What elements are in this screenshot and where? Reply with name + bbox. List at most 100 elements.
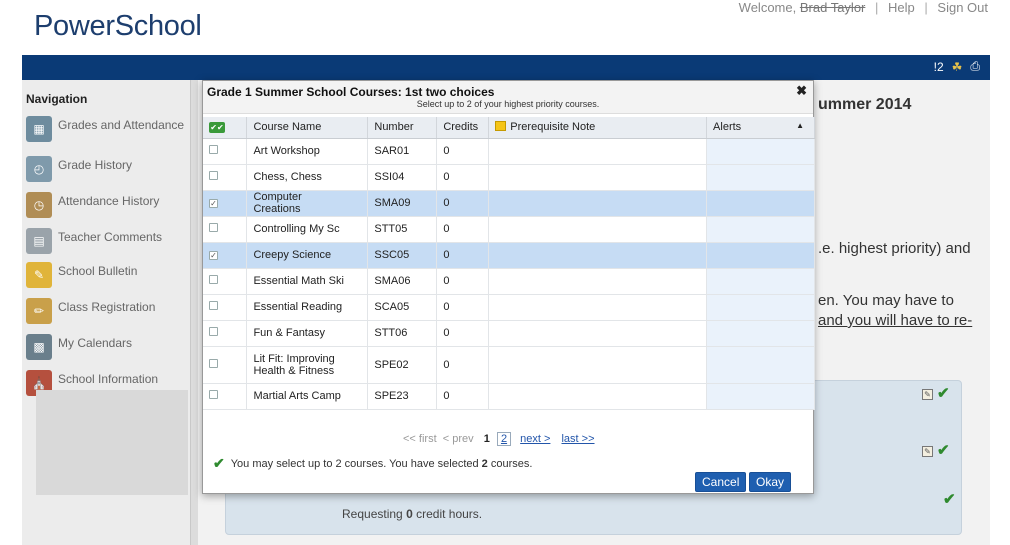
grade-history-icon: ◴ (26, 156, 52, 182)
course-number-cell: SMA06 (367, 268, 438, 295)
row-checkbox[interactable]: ✓ (209, 251, 218, 260)
nav-grades-and-attendance[interactable]: ▦ Grades and Attendance (26, 116, 186, 142)
row-checkbox[interactable]: ✓ (209, 199, 218, 208)
course-name-cell: Computer Creations (246, 190, 369, 217)
course-row[interactable]: Essential Math Ski SMA06 0 (203, 268, 815, 295)
sidebar-collapse-handle[interactable] (190, 80, 198, 545)
select-all-header[interactable]: ✔✔ (203, 117, 248, 139)
help-link[interactable]: Help (888, 0, 915, 15)
course-row[interactable]: Martial Arts Camp SPE23 0 (203, 383, 815, 410)
course-name-cell: Lit Fit: Improving Health & Fitness (246, 346, 369, 384)
check-icon: ✔ (213, 455, 225, 471)
row-checkbox[interactable] (209, 223, 218, 232)
nav-label: School Bulletin (58, 264, 138, 278)
row-checkbox-cell[interactable] (203, 138, 248, 165)
course-row[interactable]: ✓ Computer Creations SMA09 0 (203, 190, 815, 217)
pager-page-1: 1 (483, 433, 490, 445)
alert-count[interactable]: !2 (934, 60, 944, 74)
prerequisite-note-cell (488, 383, 708, 410)
col-prerequisite-note[interactable]: Prerequisite Note (488, 117, 708, 139)
row-checkbox-cell[interactable] (203, 346, 248, 384)
nav-teacher-comments[interactable]: ▤ Teacher Comments (26, 228, 186, 254)
row-checkbox[interactable] (209, 358, 218, 368)
dialog-title: Grade 1 Summer School Courses: 1st two c… (207, 85, 495, 99)
course-row[interactable]: ✓ Creepy Science SSC05 0 (203, 242, 815, 269)
row-checkbox-cell[interactable] (203, 268, 248, 295)
top-links: Welcome, Brad Taylor | Help | Sign Out (739, 0, 988, 15)
course-row[interactable]: Controlling My Sc STT05 0 (203, 216, 815, 243)
nav-label: Teacher Comments (58, 230, 163, 244)
course-row[interactable]: Lit Fit: Improving Health & Fitness SPE02… (203, 346, 815, 384)
course-name-cell: Essential Math Ski (246, 268, 369, 295)
course-row[interactable]: Essential Reading SCA05 0 (203, 294, 815, 321)
pager-last[interactable]: last >> (561, 433, 594, 445)
check-icon: ✔ (943, 491, 956, 508)
col-course-name[interactable]: Course Name (246, 117, 369, 139)
pager-page-2[interactable]: 2 (496, 432, 512, 446)
nav-school-bulletin[interactable]: ✎ School Bulletin (26, 262, 186, 288)
printer-icon[interactable]: ⎙ (970, 59, 980, 74)
close-icon[interactable]: ✖ (796, 83, 807, 99)
course-credits-cell: 0 (436, 346, 490, 384)
course-name-cell: Martial Arts Camp (246, 383, 369, 410)
requesting-credit-hours: Requesting 0 credit hours. (342, 507, 482, 521)
table-header-row: ✔✔ Course Name Number Credits Prerequisi… (203, 117, 815, 139)
grades-icon: ▦ (26, 116, 52, 142)
row-checkbox-cell[interactable]: ✓ (203, 190, 248, 217)
col-number[interactable]: Number (367, 117, 438, 139)
course-number-cell: STT05 (367, 216, 438, 243)
row-checkbox[interactable] (209, 390, 218, 399)
row-checkbox[interactable] (209, 275, 218, 284)
pager-first: << first (403, 433, 437, 445)
row-checkbox-cell[interactable] (203, 164, 248, 191)
col-alerts[interactable]: Alerts ▲ (706, 117, 815, 139)
row-checkbox-cell[interactable] (203, 320, 248, 347)
nav-grade-history[interactable]: ◴ Grade History (26, 156, 186, 182)
col-credits[interactable]: Credits (436, 117, 490, 139)
nav-attendance-history[interactable]: ◷ Attendance History (26, 192, 186, 218)
prerequisite-note-cell (488, 190, 708, 217)
okay-button[interactable]: Okay (749, 472, 792, 492)
course-number-cell: SSC05 (367, 242, 438, 269)
prerequisite-note-cell (488, 268, 708, 295)
row-checkbox[interactable] (209, 327, 218, 336)
nav-label: Attendance History (58, 194, 160, 208)
row-checkbox-cell[interactable]: ✓ (203, 242, 248, 269)
pager-next[interactable]: next > (520, 433, 550, 445)
row-checkbox[interactable] (209, 145, 218, 154)
row-checkbox-cell[interactable] (203, 383, 248, 410)
alerts-cell (706, 216, 815, 243)
course-row[interactable]: Art Workshop SAR01 0 (203, 138, 815, 165)
alerts-cell (706, 294, 815, 321)
course-name-cell: Essential Reading (246, 294, 369, 321)
page-title: ummer 2014 (818, 96, 912, 113)
leaf-icon[interactable]: ☘ (952, 60, 963, 74)
row-checkbox[interactable] (209, 171, 218, 180)
course-row[interactable]: Chess, Chess SSI04 0 (203, 164, 815, 191)
row-checkbox-cell[interactable] (203, 216, 248, 243)
sign-out-link[interactable]: Sign Out (937, 0, 988, 15)
edit-icon[interactable]: ✎ (922, 446, 933, 457)
course-row[interactable]: Fun & Fantasy STT06 0 (203, 320, 815, 347)
top-nav-bar: !2 ☘ ⎙ (22, 55, 990, 80)
nav-my-calendars[interactable]: ▩ My Calendars (26, 334, 186, 360)
row-checkbox[interactable] (209, 301, 218, 310)
separator: | (924, 0, 928, 15)
row-checkbox-cell[interactable] (203, 294, 248, 321)
cancel-button[interactable]: Cancel (695, 472, 747, 492)
status-prefix: You may select up to 2 courses. You have… (230, 457, 479, 470)
select-all-icon[interactable]: ✔✔ (209, 122, 225, 134)
alerts-cell (706, 320, 815, 347)
edit-icon[interactable]: ✎ (922, 389, 933, 400)
course-credits-cell: 0 (436, 138, 490, 165)
sort-up-icon[interactable]: ▲ (796, 121, 804, 130)
prerequisite-note-cell (488, 346, 708, 384)
alerts-cell (706, 268, 815, 295)
calendar-icon: ▩ (26, 334, 52, 360)
nav-class-registration[interactable]: ✏ Class Registration (26, 298, 186, 324)
alerts-cell (706, 138, 815, 165)
check-icon: ✔ (937, 385, 950, 402)
course-number-cell: SCA05 (367, 294, 438, 321)
sidebar: Navigation ▦ Grades and Attendance ◴ Gra… (22, 80, 190, 545)
nav-label: Class Registration (58, 300, 156, 314)
